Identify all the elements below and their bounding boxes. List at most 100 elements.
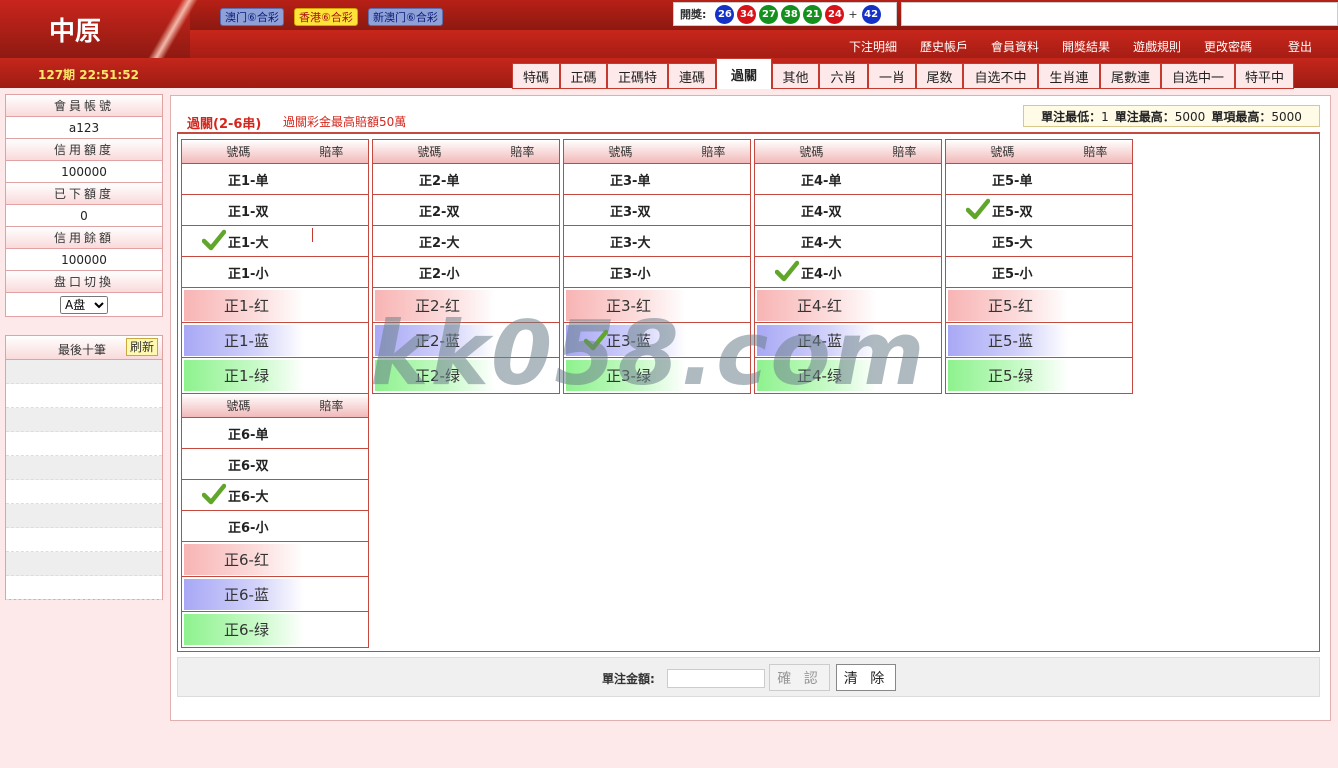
link-rules[interactable]: 遊戲規則 xyxy=(1133,38,1181,55)
table-row[interactable]: 正6-红 xyxy=(182,542,368,577)
clear-button[interactable]: 清 除 xyxy=(836,664,896,691)
list-item xyxy=(6,432,162,456)
table-row[interactable]: 正3-蓝 xyxy=(564,323,750,358)
recent-bets: 最後十筆 刷新 xyxy=(5,335,163,600)
table-row[interactable]: 正3-红 xyxy=(564,288,750,323)
table-row[interactable]: 正1-大 xyxy=(182,226,368,257)
lottery-hongkong[interactable]: 香港⑥合彩 xyxy=(294,8,358,26)
tab-1[interactable]: 正碼 xyxy=(560,63,607,89)
list-item xyxy=(6,408,162,432)
table-row[interactable]: 正2-大 xyxy=(373,226,559,257)
tab-8[interactable]: 尾数 xyxy=(916,63,963,89)
table-row[interactable]: 正5-绿 xyxy=(946,358,1132,393)
table-row[interactable]: 正1-蓝 xyxy=(182,323,368,358)
bet-option-label: 正6-大 xyxy=(228,489,269,505)
table-row[interactable]: 正5-大 xyxy=(946,226,1132,257)
table-row[interactable]: 正4-单 xyxy=(755,164,941,195)
tab-11[interactable]: 尾數連 xyxy=(1100,63,1161,89)
table-row[interactable]: 正2-单 xyxy=(373,164,559,195)
table-row[interactable]: 正2-红 xyxy=(373,288,559,323)
table-row[interactable]: 正1-单 xyxy=(182,164,368,195)
bet-option-label: 正2-单 xyxy=(419,173,460,189)
tab-2[interactable]: 正碼特 xyxy=(607,63,668,89)
table-row[interactable]: 正6-绿 xyxy=(182,612,368,647)
link-logout[interactable]: 登出 xyxy=(1288,38,1312,55)
table-row[interactable]: 正5-红 xyxy=(946,288,1132,323)
table-row[interactable]: 正3-绿 xyxy=(564,358,750,393)
table-row[interactable]: 正4-双 xyxy=(755,195,941,226)
bet-option-label: 正1-单 xyxy=(228,173,269,189)
tab-13[interactable]: 特平中 xyxy=(1235,63,1294,89)
tab-7[interactable]: 一肖 xyxy=(868,63,916,89)
table-row[interactable]: 正1-红 xyxy=(182,288,368,323)
list-item xyxy=(6,552,162,576)
table-row[interactable]: 正4-小 xyxy=(755,257,941,288)
ball-special: 42 xyxy=(861,4,881,24)
table-row[interactable]: 正6-小 xyxy=(182,511,368,542)
lottery-macau[interactable]: 澳门⑥合彩 xyxy=(220,8,284,26)
table-row[interactable]: 正2-小 xyxy=(373,257,559,288)
bet-option-label: 正5-小 xyxy=(992,266,1033,282)
bet-option-label: 正4-蓝 xyxy=(797,331,842,350)
bet-option-label: 正3-小 xyxy=(610,266,651,282)
table-row[interactable]: 正1-双 xyxy=(182,195,368,226)
table-row[interactable]: 正2-绿 xyxy=(373,358,559,393)
table-row[interactable]: 正1-绿 xyxy=(182,358,368,393)
table-row[interactable]: 正2-蓝 xyxy=(373,323,559,358)
check-icon xyxy=(201,229,227,251)
link-bet-details[interactable]: 下注明細 xyxy=(849,38,897,55)
bet-option-label: 正5-双 xyxy=(992,204,1033,220)
table-row[interactable]: 正6-蓝 xyxy=(182,577,368,612)
amount-input[interactable] xyxy=(667,669,765,688)
refresh-button[interactable]: 刷新 xyxy=(125,338,158,356)
table-row[interactable]: 正3-单 xyxy=(564,164,750,195)
table-row[interactable]: 正6-大 xyxy=(182,480,368,511)
table-row[interactable]: 正5-双 xyxy=(946,195,1132,226)
table-row[interactable]: 正1-小 xyxy=(182,257,368,288)
tab-0[interactable]: 特碼 xyxy=(512,63,560,89)
bet-option-label: 正6-小 xyxy=(228,520,269,536)
bet-table-4: 號碼 賠率 正4-单 正4-双 正4-大 正4-小 正4-红 正4-蓝 正4-绿 xyxy=(754,139,942,394)
table-row[interactable]: 正6-双 xyxy=(182,449,368,480)
link-member-info[interactable]: 會員資料 xyxy=(991,38,1039,55)
list-item xyxy=(6,384,162,408)
page-title: 過關(2-6串) xyxy=(187,117,262,132)
list-item xyxy=(6,504,162,528)
tab-4[interactable]: 過關 xyxy=(716,58,772,89)
tab-3[interactable]: 連碼 xyxy=(668,63,716,89)
bet-option-label: 正3-绿 xyxy=(606,367,651,385)
list-item xyxy=(6,480,162,504)
table-row[interactable]: 正4-红 xyxy=(755,288,941,323)
check-icon xyxy=(583,329,609,351)
tab-6[interactable]: 六肖 xyxy=(819,63,868,89)
link-change-password[interactable]: 更改密碼 xyxy=(1204,38,1252,55)
balance-value: 100000 xyxy=(5,248,163,271)
table-row[interactable]: 正5-单 xyxy=(946,164,1132,195)
bet-table-2: 號碼 賠率正2-单正2-双 正2-大 正2-小 正2-红 正2-蓝 正2-绿 xyxy=(372,139,560,394)
table-row[interactable]: 正4-绿 xyxy=(755,358,941,393)
tab-5[interactable]: 其他 xyxy=(772,63,819,89)
table-row[interactable]: 正3-大 xyxy=(564,226,750,257)
link-history[interactable]: 歷史帳戶 xyxy=(920,38,968,55)
lottery-new-macau[interactable]: 新澳门⑥合彩 xyxy=(368,8,443,26)
table-row[interactable]: 正2-双 xyxy=(373,195,559,226)
table-row[interactable]: 正4-蓝 xyxy=(755,323,941,358)
tab-12[interactable]: 自选中一 xyxy=(1161,63,1235,89)
table-row[interactable]: 正4-大 xyxy=(755,226,941,257)
bet-option-label: 正5-单 xyxy=(992,173,1033,189)
table-row[interactable]: 正5-小 xyxy=(946,257,1132,288)
col-odds: 賠率 xyxy=(701,145,726,159)
table-row[interactable]: 正3-小 xyxy=(564,257,750,288)
credit-value: 100000 xyxy=(5,160,163,183)
plate-select[interactable]: A盘 xyxy=(60,295,108,314)
tab-10[interactable]: 生肖連 xyxy=(1038,63,1100,89)
list-item xyxy=(6,528,162,552)
table-row[interactable]: 正3-双 xyxy=(564,195,750,226)
table-row[interactable]: 正5-蓝 xyxy=(946,323,1132,358)
tab-9[interactable]: 自选不中 xyxy=(963,63,1038,89)
table-header: 號碼 賠率 xyxy=(373,140,559,164)
table-row[interactable]: 正6-单 xyxy=(182,418,368,449)
bet-option-label: 正6-双 xyxy=(228,458,269,474)
link-draw-results[interactable]: 開獎結果 xyxy=(1062,38,1110,55)
confirm-button[interactable]: 確 認 xyxy=(769,664,830,691)
